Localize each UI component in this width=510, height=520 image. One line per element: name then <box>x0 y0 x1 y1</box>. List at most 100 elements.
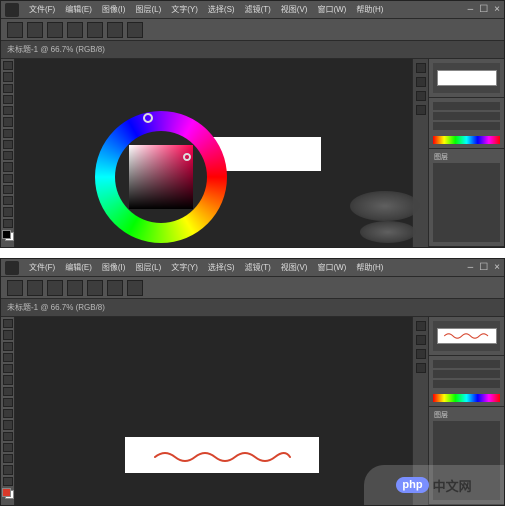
gradient-tool-icon[interactable] <box>3 162 13 171</box>
color-spectrum[interactable] <box>433 394 500 402</box>
panel-icon[interactable] <box>416 63 426 73</box>
gradient-tool-icon[interactable] <box>3 420 13 429</box>
option-control[interactable] <box>47 22 63 38</box>
color-slider[interactable] <box>433 360 500 368</box>
option-control[interactable] <box>107 280 123 296</box>
brush-tool-icon[interactable] <box>3 129 13 138</box>
shape-tool-icon[interactable] <box>3 196 13 205</box>
wand-tool-icon[interactable] <box>3 353 13 362</box>
sb-marker-icon[interactable] <box>183 153 191 161</box>
menu-type[interactable]: 文字(Y) <box>167 2 202 17</box>
option-control[interactable] <box>87 280 103 296</box>
menu-select[interactable]: 选择(S) <box>204 260 239 275</box>
color-slider[interactable] <box>433 102 500 110</box>
menu-layer[interactable]: 图层(L) <box>131 260 165 275</box>
option-control[interactable] <box>107 22 123 38</box>
move-tool-icon[interactable] <box>3 319 13 328</box>
pen-tool-icon[interactable] <box>3 432 13 441</box>
panel-icon[interactable] <box>416 349 426 359</box>
window-maximize-icon[interactable]: ☐ <box>479 262 488 273</box>
menu-filter[interactable]: 滤镜(T) <box>241 260 275 275</box>
hud-color-picker[interactable] <box>95 111 227 243</box>
stamp-tool-icon[interactable] <box>3 398 13 407</box>
type-tool-icon[interactable] <box>3 185 13 194</box>
lasso-tool-icon[interactable] <box>3 84 13 93</box>
menu-type[interactable]: 文字(Y) <box>167 260 202 275</box>
hand-tool-icon[interactable] <box>3 465 13 474</box>
menu-file[interactable]: 文件(F) <box>25 260 59 275</box>
hand-tool-icon[interactable] <box>3 207 13 216</box>
color-swatches[interactable] <box>2 488 14 499</box>
document-tab[interactable]: 未标题-1 @ 66.7% (RGB/8) <box>7 302 105 313</box>
canvas-area[interactable] <box>15 317 412 505</box>
menu-view[interactable]: 视图(V) <box>277 2 312 17</box>
option-control[interactable] <box>87 22 103 38</box>
panel-icon[interactable] <box>416 321 426 331</box>
menu-help[interactable]: 帮助(H) <box>352 2 387 17</box>
menu-layer[interactable]: 图层(L) <box>131 2 165 17</box>
option-control[interactable] <box>127 280 143 296</box>
marquee-tool-icon[interactable] <box>3 330 13 339</box>
menu-image[interactable]: 图像(I) <box>98 2 130 17</box>
move-tool-icon[interactable] <box>3 61 13 70</box>
color-slider[interactable] <box>433 122 500 130</box>
eyedropper-tool-icon[interactable] <box>3 375 13 384</box>
window-close-icon[interactable]: × <box>494 262 500 273</box>
tool-preset-icon[interactable] <box>7 22 23 38</box>
color-spectrum[interactable] <box>433 136 500 144</box>
pen-tool-icon[interactable] <box>3 174 13 183</box>
layers-list[interactable] <box>433 163 500 242</box>
menu-filter[interactable]: 滤镜(T) <box>241 2 275 17</box>
color-swatches[interactable] <box>2 230 14 241</box>
wand-tool-icon[interactable] <box>3 95 13 104</box>
eraser-tool-icon[interactable] <box>3 409 13 418</box>
brush-tool-icon[interactable] <box>3 387 13 396</box>
marquee-tool-icon[interactable] <box>3 72 13 81</box>
menu-view[interactable]: 视图(V) <box>277 260 312 275</box>
hue-marker-icon[interactable] <box>143 113 153 123</box>
color-slider[interactable] <box>433 380 500 388</box>
window-minimize-icon[interactable]: – <box>468 262 474 273</box>
option-control[interactable] <box>27 280 43 296</box>
lasso-tool-icon[interactable] <box>3 342 13 351</box>
menu-edit[interactable]: 编辑(E) <box>61 260 96 275</box>
crop-tool-icon[interactable] <box>3 364 13 373</box>
menu-help[interactable]: 帮助(H) <box>352 260 387 275</box>
option-control[interactable] <box>127 22 143 38</box>
type-tool-icon[interactable] <box>3 443 13 452</box>
window-minimize-icon[interactable]: – <box>468 4 474 15</box>
color-slider[interactable] <box>433 370 500 378</box>
foreground-color-swatch[interactable] <box>2 230 11 239</box>
option-control[interactable] <box>67 22 83 38</box>
panel-icon[interactable] <box>416 335 426 345</box>
menu-image[interactable]: 图像(I) <box>98 260 130 275</box>
menu-window[interactable]: 窗口(W) <box>313 260 350 275</box>
panel-icon[interactable] <box>416 91 426 101</box>
menu-window[interactable]: 窗口(W) <box>313 2 350 17</box>
menu-file[interactable]: 文件(F) <box>25 2 59 17</box>
option-control[interactable] <box>47 280 63 296</box>
color-slider[interactable] <box>433 112 500 120</box>
eraser-tool-icon[interactable] <box>3 151 13 160</box>
menu-edit[interactable]: 编辑(E) <box>61 2 96 17</box>
eyedropper-tool-icon[interactable] <box>3 117 13 126</box>
navigator-preview[interactable] <box>433 63 500 93</box>
option-control[interactable] <box>67 280 83 296</box>
shape-tool-icon[interactable] <box>3 454 13 463</box>
menu-select[interactable]: 选择(S) <box>204 2 239 17</box>
panel-icon[interactable] <box>416 105 426 115</box>
foreground-color-swatch[interactable] <box>2 488 11 497</box>
crop-tool-icon[interactable] <box>3 106 13 115</box>
navigator-preview[interactable] <box>433 321 500 351</box>
tool-preset-icon[interactable] <box>7 280 23 296</box>
window-close-icon[interactable]: × <box>494 4 500 15</box>
window-maximize-icon[interactable]: ☐ <box>479 4 488 15</box>
stamp-tool-icon[interactable] <box>3 140 13 149</box>
panel-icon[interactable] <box>416 77 426 87</box>
zoom-tool-icon[interactable] <box>3 219 13 228</box>
zoom-tool-icon[interactable] <box>3 477 13 486</box>
option-control[interactable] <box>27 22 43 38</box>
panel-icon[interactable] <box>416 363 426 373</box>
document-tab[interactable]: 未标题-1 @ 66.7% (RGB/8) <box>7 44 105 55</box>
canvas-area[interactable] <box>15 59 412 247</box>
